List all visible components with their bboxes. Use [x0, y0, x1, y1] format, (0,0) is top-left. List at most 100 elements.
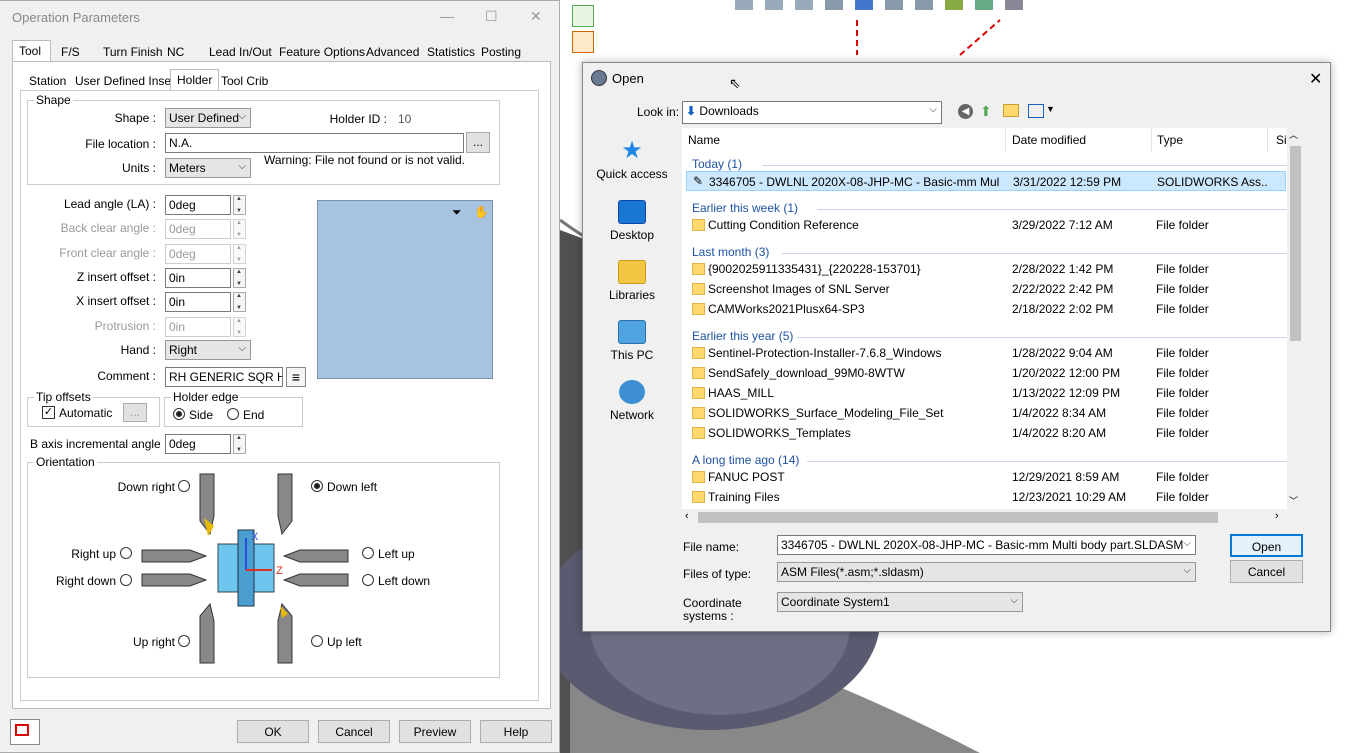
down-right-radio[interactable] [178, 480, 190, 492]
group-header[interactable]: Earlier this week (1) [692, 201, 798, 215]
nav-network[interactable]: Network [585, 380, 679, 422]
open-button[interactable]: Open [1230, 534, 1303, 557]
edit-appearance-icon[interactable] [945, 0, 963, 10]
file-row[interactable]: SendSafely_download_99M0-8WTW 1/20/2022 … [686, 363, 1286, 383]
side-radio[interactable] [173, 408, 185, 420]
column-type[interactable]: Type [1157, 133, 1183, 147]
horizontal-scrollbar[interactable]: ‹ › [682, 509, 1287, 526]
hide-show-icon[interactable] [915, 0, 933, 10]
browse-button[interactable]: ... [466, 132, 490, 153]
scroll-up-icon[interactable]: ︿ [1289, 128, 1298, 141]
tab-nc[interactable]: NC [160, 41, 191, 62]
right-down-radio[interactable] [120, 574, 132, 586]
z-insert-offset-spinner[interactable] [233, 268, 246, 288]
tab-lead-in-out[interactable]: Lead In/Out [202, 41, 279, 62]
filter-icon[interactable]: ⏷ [452, 205, 462, 220]
vertical-scroll-thumb[interactable] [1290, 146, 1301, 341]
new-folder-icon[interactable] [1003, 104, 1019, 117]
automatic-checkbox[interactable]: ✓ [42, 406, 55, 419]
back-icon[interactable]: ◀ [958, 104, 973, 119]
view-menu-icon[interactable] [1028, 104, 1044, 118]
maximize-button[interactable]: ☐ [485, 8, 498, 25]
open-cancel-button[interactable]: Cancel [1230, 560, 1303, 583]
chevron-down-icon[interactable]: ▼ [1046, 104, 1055, 114]
left-down-radio[interactable] [362, 574, 374, 586]
chevron-down-icon[interactable]: ⌵ [1183, 538, 1191, 549]
file-name-input[interactable]: 3346705 - DWLNL 2020X-08-JHP-MC - Basic-… [777, 535, 1196, 555]
horizontal-scroll-thumb[interactable] [698, 512, 1218, 523]
minimize-button[interactable]: — [440, 8, 454, 24]
front-clear-angle-spinner[interactable] [233, 244, 246, 264]
scroll-right-icon[interactable]: › [1275, 510, 1279, 522]
lead-angle-spinner[interactable] [233, 195, 246, 215]
up-left-radio[interactable] [311, 635, 323, 647]
tab-posting[interactable]: Posting [474, 41, 528, 62]
previous-view-icon[interactable] [795, 0, 813, 10]
up-folder-icon[interactable]: ⬆ [980, 103, 992, 120]
file-row[interactable]: Sentinel-Protection-Installer-7.6.8_Wind… [686, 343, 1286, 363]
tab-fs[interactable]: F/S [54, 41, 87, 62]
shape-select[interactable]: User Defined ⌵ [165, 108, 251, 128]
subtab-user-defined-insert[interactable]: User Defined Insert [68, 70, 185, 91]
lead-angle-input[interactable]: 0deg [165, 195, 231, 215]
tab-advanced[interactable]: Advanced [359, 41, 426, 62]
back-clear-angle-input[interactable]: 0deg [165, 219, 231, 239]
tab-tool[interactable]: Tool [12, 40, 51, 61]
display-settings-icon[interactable] [1005, 0, 1023, 10]
toolbar-icon[interactable] [572, 5, 594, 27]
file-list[interactable]: Name Date modified Type Siz Today (1) ✎ … [682, 128, 1295, 510]
view-orientation-icon[interactable] [855, 0, 873, 10]
down-left-radio[interactable] [311, 480, 323, 492]
end-radio[interactable] [227, 408, 239, 420]
preview-button[interactable]: Preview [399, 720, 471, 743]
scroll-left-icon[interactable]: ‹ [685, 510, 689, 522]
subtab-holder[interactable]: Holder [170, 69, 220, 91]
scene-icon[interactable] [975, 0, 993, 10]
units-select[interactable]: Meters ⌵ [165, 158, 251, 178]
file-row[interactable]: ✎ 3346705 - DWLNL 2020X-08-JHP-MC - Basi… [686, 171, 1286, 191]
tab-statistics[interactable]: Statistics [420, 41, 482, 62]
file-row[interactable]: FANUC POST 12/29/2021 8:59 AM File folde… [686, 467, 1286, 487]
column-name[interactable]: Name [688, 133, 720, 147]
subtab-tool-crib[interactable]: Tool Crib [214, 70, 275, 91]
x-insert-offset-spinner[interactable] [233, 292, 246, 312]
menu-icon[interactable]: ≡ [286, 367, 306, 387]
b-axis-input[interactable]: 0deg [165, 434, 231, 454]
tab-turn-finish[interactable]: Turn Finish [96, 41, 170, 62]
vertical-scrollbar[interactable]: ︿ ﹀ [1287, 128, 1304, 510]
subtab-station[interactable]: Station [22, 70, 73, 91]
file-row[interactable]: Training Files 12/23/2021 10:29 AM File … [686, 487, 1286, 507]
files-of-type-select[interactable]: ASM Files(*.asm;*.sldasm) ⌵ [777, 562, 1196, 582]
group-header[interactable]: Today (1) [692, 157, 742, 171]
cancel-button[interactable]: Cancel [318, 720, 390, 743]
z-insert-offset-input[interactable]: 0in [165, 268, 231, 288]
display-style-icon[interactable] [885, 0, 903, 10]
file-location-input[interactable]: N.A. [165, 133, 464, 153]
file-row[interactable]: SOLIDWORKS_Surface_Modeling_File_Set 1/4… [686, 403, 1286, 423]
group-header[interactable]: A long time ago (14) [692, 453, 799, 467]
group-header[interactable]: Earlier this year (5) [692, 329, 793, 343]
scroll-down-icon[interactable]: ﹀ [1289, 494, 1298, 507]
front-clear-angle-input[interactable]: 0deg [165, 244, 231, 264]
b-axis-spinner[interactable] [233, 434, 246, 454]
file-row[interactable]: HAAS_MILL 1/13/2022 12:09 PM File folder [686, 383, 1286, 403]
right-up-radio[interactable] [120, 547, 132, 559]
back-clear-angle-spinner[interactable] [233, 219, 246, 239]
ok-button[interactable]: OK [237, 720, 309, 743]
nav-desktop[interactable]: Desktop [585, 200, 679, 242]
nav-quick-access[interactable]: ★ Quick access [585, 139, 679, 182]
column-date-modified[interactable]: Date modified [1012, 133, 1086, 147]
tab-feature-options[interactable]: Feature Options [272, 41, 372, 62]
left-up-radio[interactable] [362, 547, 374, 559]
help-button[interactable]: Help [480, 720, 552, 743]
pan-icon[interactable]: ✋ [474, 205, 489, 219]
up-right-radio[interactable] [178, 635, 190, 647]
look-in-select[interactable]: ⬇ Downloads ⌵ [682, 101, 942, 124]
file-row[interactable]: CAMWorks2021Plusx64-SP3 2/18/2022 2:02 P… [686, 299, 1286, 319]
file-row[interactable]: SOLIDWORKS_Templates 1/4/2022 8:20 AM Fi… [686, 423, 1286, 443]
x-insert-offset-input[interactable]: 0in [165, 292, 231, 312]
toolbar-icon[interactable] [572, 31, 594, 53]
zoom-area-icon[interactable] [765, 0, 783, 10]
open-close-icon[interactable]: ✕ [1309, 69, 1322, 89]
nav-this-pc[interactable]: This PC [585, 320, 679, 362]
